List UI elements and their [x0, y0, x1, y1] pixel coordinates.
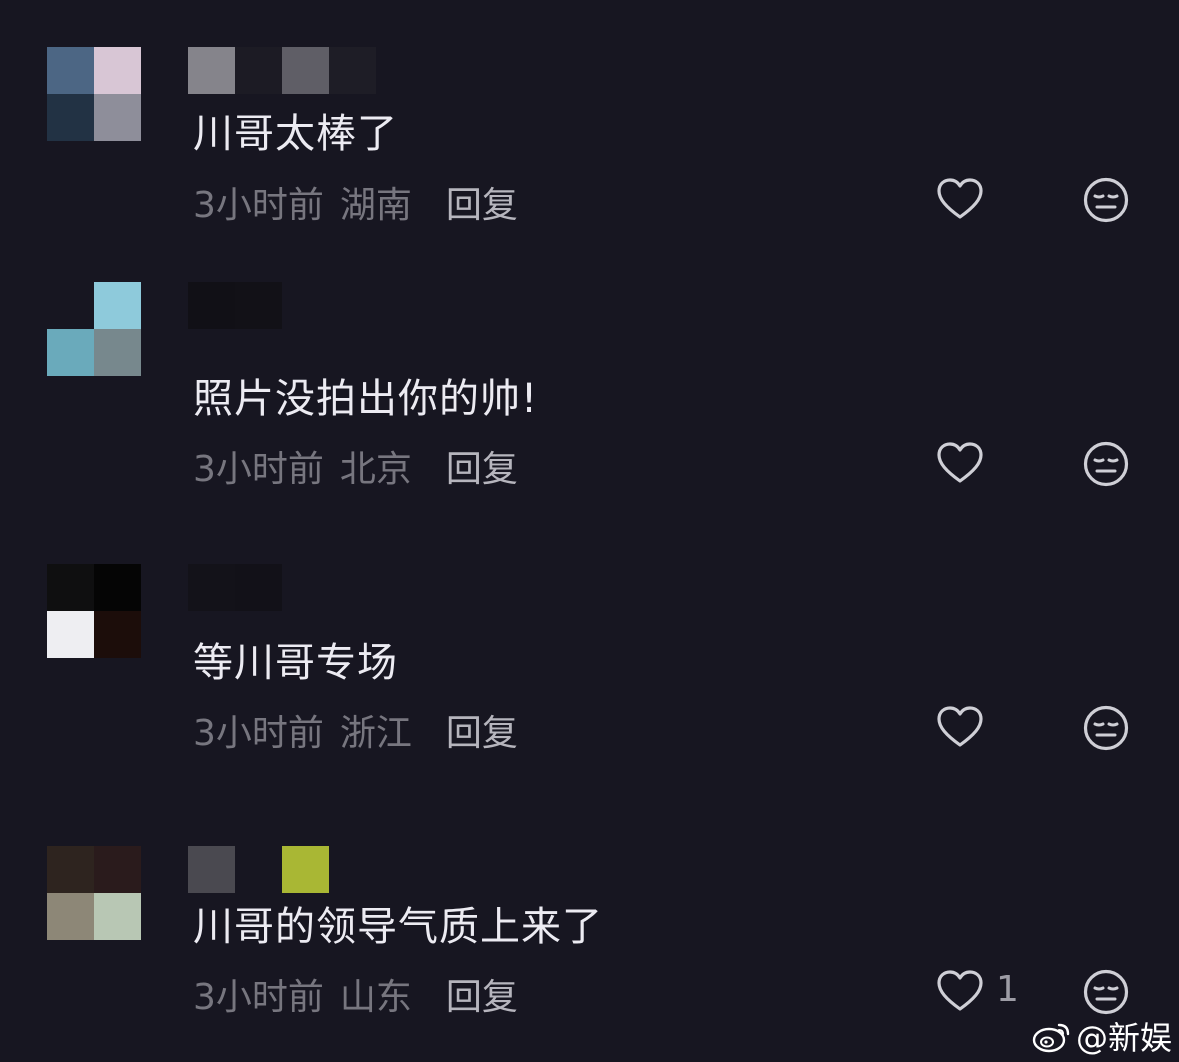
avatar[interactable]	[47, 846, 141, 940]
avatar-pixel	[94, 94, 141, 141]
comment-location: 北京	[339, 449, 412, 490]
avatar[interactable]	[47, 47, 141, 141]
comment-time: 3小时前	[193, 713, 324, 754]
avatar-pixel	[47, 564, 94, 611]
like-count: 1	[996, 969, 1019, 1010]
watermark: @新娱	[1032, 1014, 1172, 1058]
username-pixel	[188, 47, 235, 94]
avatar[interactable]	[47, 564, 141, 658]
avatar-pixel	[47, 47, 94, 94]
comment-text: 川哥太棒了	[193, 111, 398, 157]
heart-icon[interactable]	[936, 969, 984, 1013]
avatar-pixel	[47, 893, 94, 940]
username-pixel	[282, 47, 329, 94]
avatar-pixel	[47, 611, 94, 658]
reply-button[interactable]: 回复	[446, 449, 518, 490]
username-pixel	[282, 846, 329, 893]
meh-face-icon[interactable]	[1083, 441, 1129, 487]
comment-text: 川哥的领导气质上来了	[193, 904, 603, 950]
comment-text: 等川哥专场	[193, 640, 398, 686]
heart-icon[interactable]	[936, 705, 984, 749]
reply-button[interactable]: 回复	[446, 713, 518, 754]
meh-face-icon[interactable]	[1083, 969, 1129, 1015]
comment-location: 湖南	[339, 185, 412, 226]
heart-icon[interactable]	[936, 177, 984, 221]
comment-meta: 3小时前 北京 回复	[193, 440, 518, 492]
username-pixel	[329, 846, 376, 893]
comment-time: 3小时前	[193, 977, 324, 1018]
username-pixel	[282, 564, 329, 611]
avatar-pixel	[94, 329, 141, 376]
comment-text: 照片没拍出你的帅!	[193, 376, 539, 422]
avatar-pixel	[94, 893, 141, 940]
avatar-pixel	[94, 282, 141, 329]
username-pixel	[329, 282, 376, 329]
username-pixel	[235, 47, 282, 94]
weibo-logo-icon	[1032, 1023, 1070, 1053]
avatar-pixel	[47, 329, 94, 376]
comment-location: 山东	[339, 977, 412, 1018]
comment-time: 3小时前	[193, 185, 324, 226]
avatar-pixel	[94, 846, 141, 893]
meh-face-icon[interactable]	[1083, 705, 1129, 751]
comment-location: 浙江	[339, 713, 412, 754]
avatar-pixel	[94, 611, 141, 658]
comment-time: 3小时前	[193, 449, 324, 490]
avatar-pixel	[47, 846, 94, 893]
comment-meta: 3小时前 山东 回复	[193, 968, 518, 1020]
username-pixel	[188, 564, 235, 611]
username-pixel	[188, 846, 235, 893]
watermark-text: @新娱	[1076, 1019, 1173, 1057]
username-pixel	[188, 282, 235, 329]
heart-icon[interactable]	[936, 441, 984, 485]
username-pixel	[235, 282, 282, 329]
username-pixel	[235, 564, 282, 611]
comment-list-screen: 川哥太棒了 3小时前 湖南 回复 照片没拍出你的帅! 3小时前 北京 回复 等川…	[0, 0, 1179, 1062]
comment-meta: 3小时前 浙江 回复	[193, 704, 518, 756]
avatar[interactable]	[47, 282, 141, 376]
comment-meta: 3小时前 湖南 回复	[193, 176, 518, 228]
username-pixel	[235, 846, 282, 893]
meh-face-icon[interactable]	[1083, 177, 1129, 223]
avatar-pixel	[94, 47, 141, 94]
reply-button[interactable]: 回复	[446, 977, 518, 1018]
username-pixel	[329, 564, 376, 611]
avatar-pixel	[47, 282, 94, 329]
username-pixel	[329, 47, 376, 94]
reply-button[interactable]: 回复	[446, 185, 518, 226]
username-pixel	[282, 282, 329, 329]
avatar-pixel	[94, 564, 141, 611]
avatar-pixel	[47, 94, 94, 141]
